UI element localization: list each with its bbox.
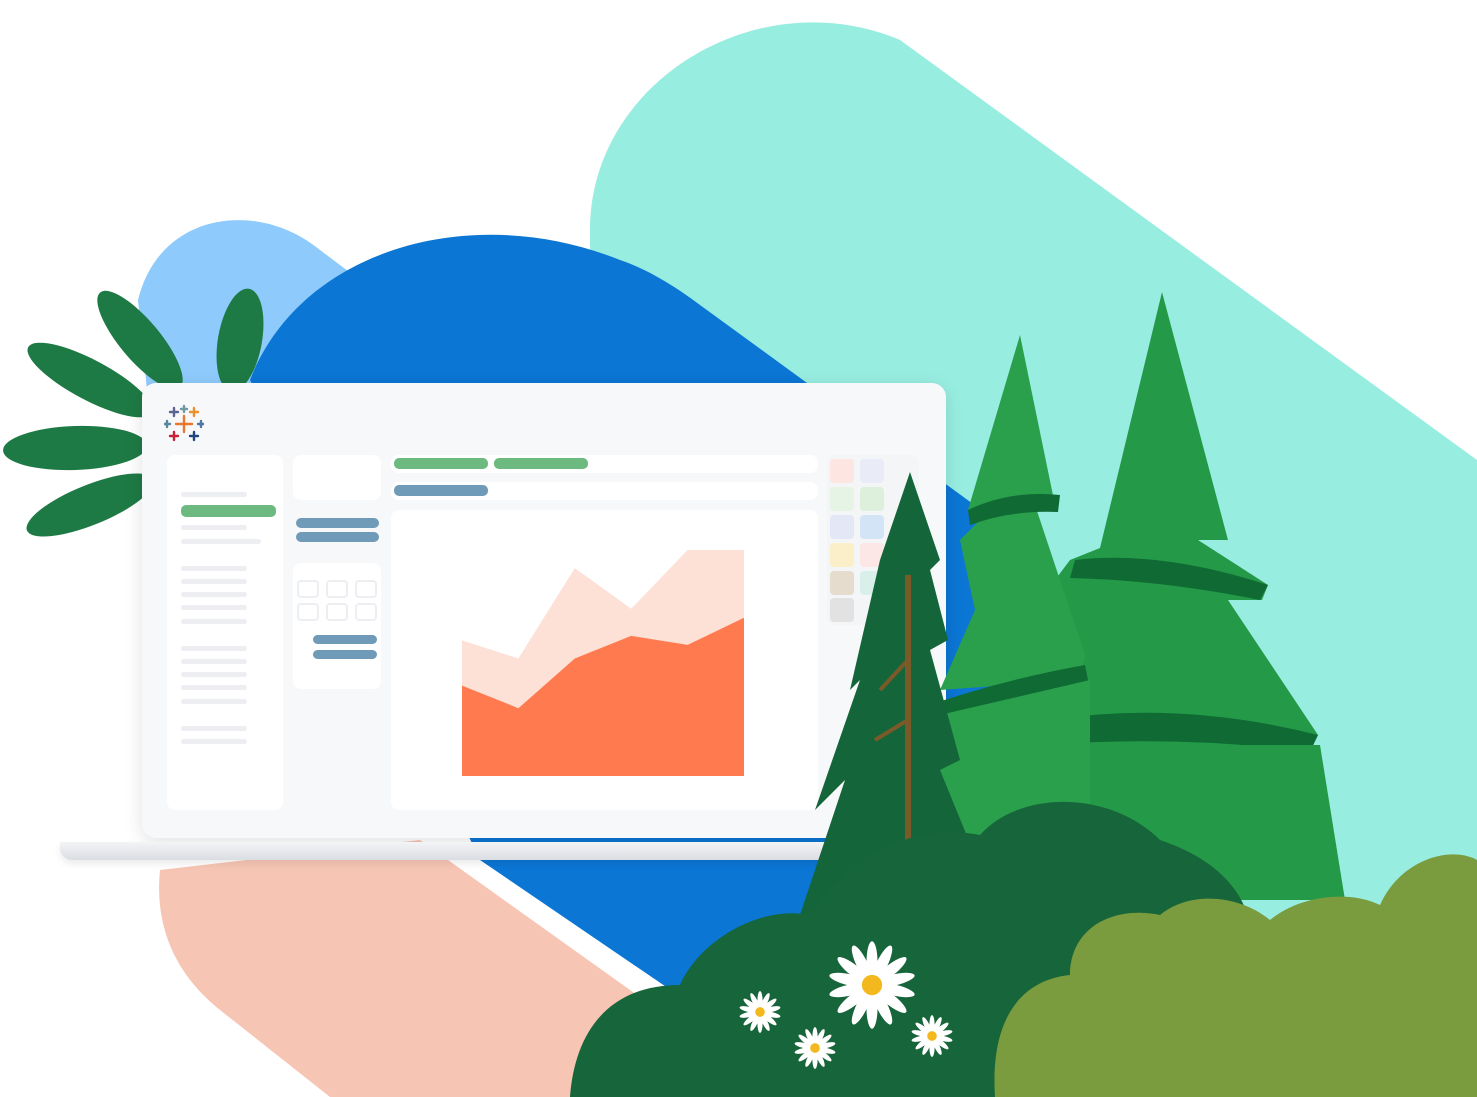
foreground-nature [570, 292, 1477, 1097]
